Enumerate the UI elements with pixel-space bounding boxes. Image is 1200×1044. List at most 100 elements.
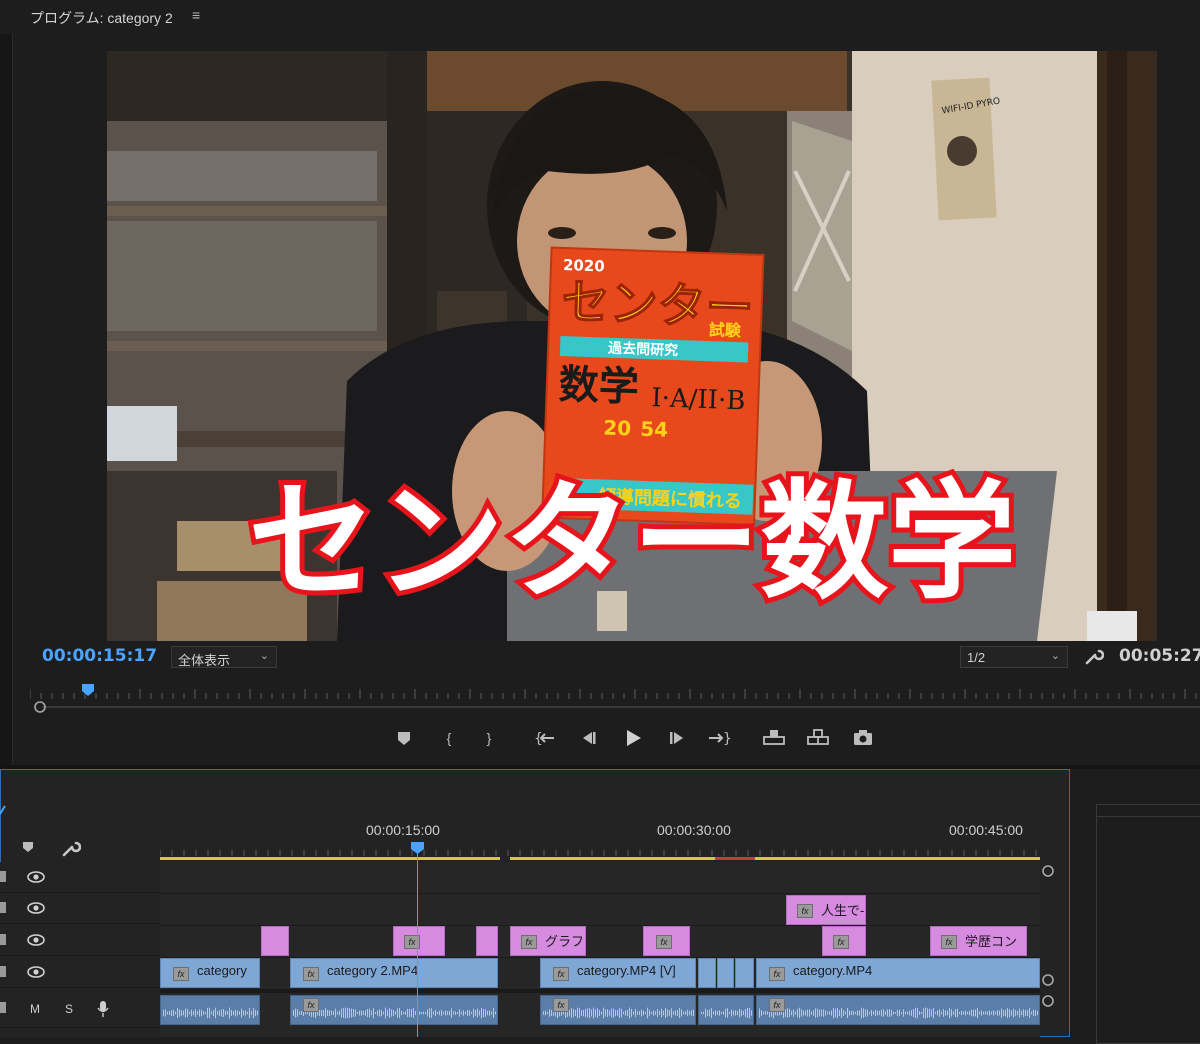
zoom-level-select[interactable]: 全体表示 ⌄ [171,646,277,668]
track-lock-icon[interactable] [0,1002,6,1013]
waveform-bar [753,1008,754,1019]
waveform-bar [653,1010,654,1016]
extract-button[interactable] [803,724,833,752]
waveform-bar [725,1008,726,1018]
panel-menu-icon[interactable]: ≡ [192,7,200,23]
timeline-clip[interactable]: fx category.MP4 [V] [540,958,696,988]
timeline-clip[interactable] [717,958,734,988]
go-to-out-button[interactable]: } [704,724,734,752]
waveform-bar [587,1008,588,1018]
audio-clip[interactable] [160,995,260,1025]
timeline-clip[interactable]: fx 人生で- [786,895,866,925]
track-zoom-scrollbar[interactable] [1040,862,1054,1037]
waveform-bar [691,1010,692,1016]
timeline-clip[interactable]: fx [822,926,866,956]
track-lock-icon[interactable] [0,934,6,945]
waveform-bar [817,1008,818,1018]
timeline-clip[interactable]: fx category 2.MP4 [290,958,498,988]
mark-out-button[interactable]: } [474,724,504,752]
timeline-clip[interactable]: fx [643,926,690,956]
track-visibility-eye-icon[interactable] [27,870,45,884]
timeline-clip[interactable]: fx category [160,958,260,988]
timeline-clip[interactable] [476,926,498,956]
program-video-frame[interactable]: WIFI-ID PYRO 2020 センター 試験 過去問研究 数学 I·A/I… [107,51,1157,641]
waveform-bar [711,1007,712,1019]
waveform-bar [813,1010,814,1016]
track-header-v2 [0,925,160,956]
timeline-time-ruler[interactable]: 00:00:15:00 00:00:30:00 00:00:45:00 [160,822,1040,862]
waveform-bar [1009,1008,1010,1018]
timeline-clip[interactable] [261,926,289,956]
timeline-clip[interactable]: fx [393,926,445,956]
waveform-bar [841,1008,842,1018]
settings-wrench-icon[interactable] [1084,646,1105,671]
current-timecode[interactable]: 00:00:15:17 [42,646,157,666]
waveform-bar [913,1008,914,1018]
waveform-bar [1023,1009,1024,1017]
waveform-bar [619,1008,620,1018]
solo-track-button[interactable]: S [65,1002,73,1016]
audio-clip[interactable]: fx [540,995,696,1025]
audio-clip[interactable] [698,995,754,1025]
waveform-bar [657,1009,658,1017]
monitor-zoom-scrollbar[interactable] [32,700,1200,714]
waveform-bar [245,1010,246,1016]
timeline-playhead-line[interactable] [417,848,418,1037]
timeline-playhead-handle[interactable] [411,842,425,854]
track-visibility-eye-icon[interactable] [27,933,45,947]
waveform-bar [955,1008,956,1018]
mark-in-button[interactable]: { [434,724,464,752]
timeline-clip[interactable]: fx 学歴コン [930,926,1027,956]
waveform-bar [247,1011,248,1015]
waveform-bar [875,1009,876,1017]
waveform-bar [341,1008,342,1018]
track-visibility-eye-icon[interactable] [27,901,45,915]
timeline-tab-indicator[interactable] [0,804,6,818]
track-lock-icon[interactable] [0,871,6,882]
go-to-in-button[interactable]: { [530,724,560,752]
waveform-bar [473,1008,474,1018]
waveform-bar [299,1011,300,1015]
waveform-bar [963,1011,964,1015]
voice-over-mic-icon[interactable] [97,1000,109,1018]
work-area-bar[interactable] [160,844,1040,862]
waveform-bar [629,1007,630,1019]
step-back-button[interactable] [574,724,604,752]
add-marker-icon[interactable] [21,840,35,859]
timeline-tracks[interactable]: fx 人生で- fx fx グラフ fx fx fx 学歴コン fx categ… [160,862,1040,1037]
track-lock-icon[interactable] [0,966,6,977]
export-frame-button[interactable] [848,724,878,752]
waveform-bar [997,1010,998,1016]
timeline-clip[interactable] [735,958,754,988]
play-button[interactable] [618,724,648,752]
waveform-bar [801,1009,802,1017]
track-lock-icon[interactable] [0,902,6,913]
lift-button[interactable] [759,724,789,752]
waveform-bar [1031,1011,1032,1015]
add-marker-button[interactable] [390,724,420,752]
waveform-bar [407,1008,408,1018]
waveform-bar [685,1011,686,1015]
timeline-clip[interactable]: fx category.MP4 [756,958,1040,988]
playback-resolution-select[interactable]: 1/2 ⌄ [960,646,1068,668]
waveform-bar [383,1011,384,1015]
waveform-bar [739,1008,740,1018]
timeline-clip[interactable]: fx グラフ [510,926,586,956]
waveform-bar [229,1007,230,1019]
waveform-bar [389,1008,390,1018]
timeline-settings-wrench-icon[interactable] [61,838,82,863]
mute-track-button[interactable]: M [30,1002,40,1016]
waveform-bar [547,1011,548,1015]
timeline-clip[interactable] [698,958,716,988]
monitor-time-ruler[interactable] [30,684,1200,700]
program-monitor-title[interactable]: プログラム: category 2 [30,8,173,28]
waveform-bar [443,1011,444,1015]
audio-clip[interactable]: fx [756,995,1040,1025]
waveform-bar [545,1010,546,1016]
track-header-v1 [0,957,160,988]
waveform-bar [669,1010,670,1016]
audio-clip[interactable]: fx [290,995,498,1025]
waveform-bar [977,1007,978,1019]
step-forward-button[interactable] [662,724,692,752]
track-visibility-eye-icon[interactable] [27,965,45,979]
